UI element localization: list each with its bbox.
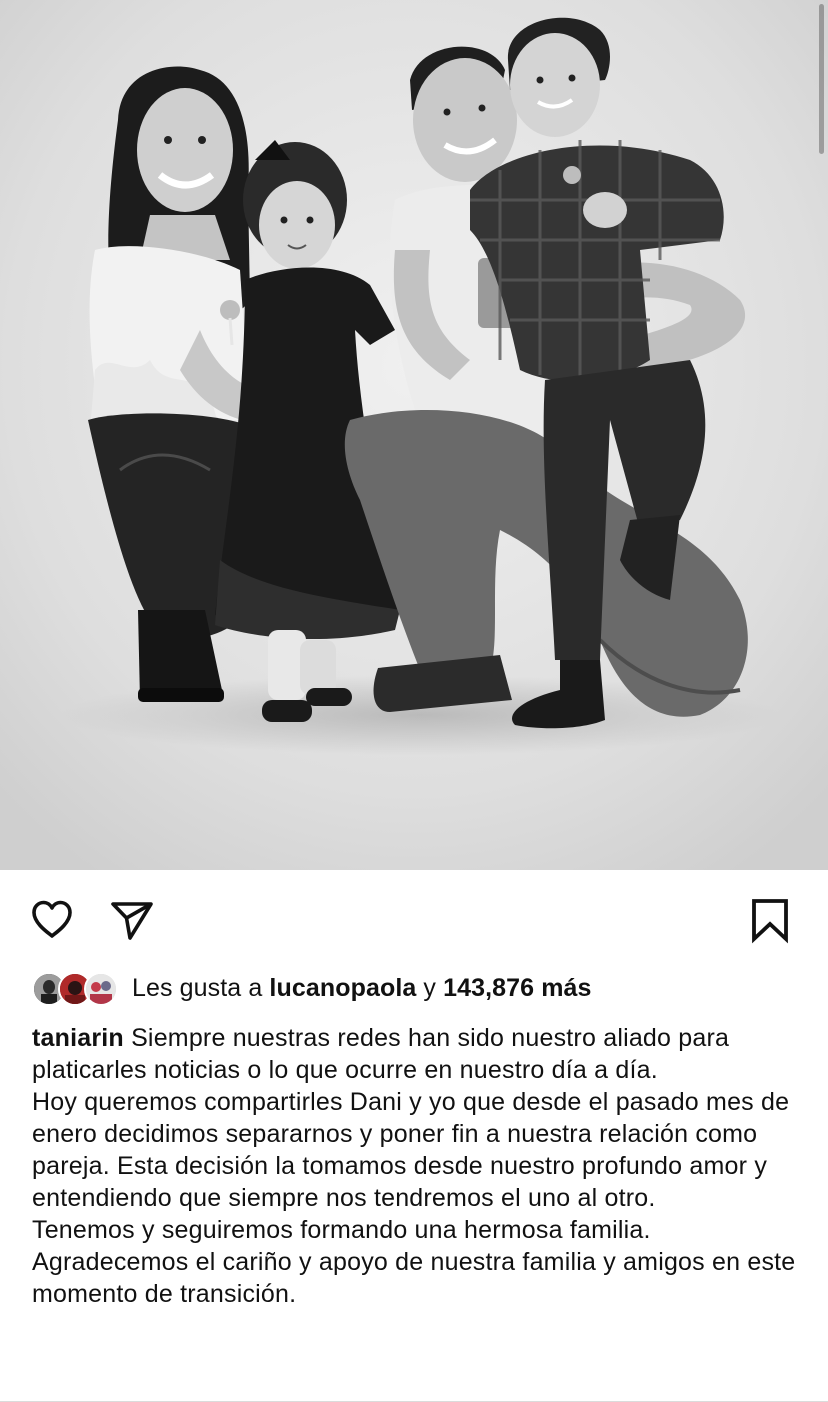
scrollbar[interactable] [819, 4, 824, 154]
paper-plane-icon[interactable] [108, 896, 156, 944]
liker-username[interactable]: lucanopaola [269, 974, 416, 1002]
caption-paragraph: Hoy queremos compartirles Dani y yo que … [32, 1088, 790, 1212]
likes-summary: Les gusta a lucanopaola y 143,876 más [132, 974, 592, 1003]
caption-paragraph: taniarin Siempre nuestras redes han sido… [32, 1022, 802, 1086]
post-photo[interactable] [0, 0, 828, 870]
likes-count[interactable]: 143,876 más [443, 974, 591, 1002]
avatar [84, 972, 118, 1006]
instagram-post: Les gusta a lucanopaola y 143,876 más ta… [0, 0, 828, 1402]
caption-username[interactable]: taniarin [32, 1024, 124, 1052]
caption-text: Siempre nuestras redes han sido nuestro … [32, 1024, 730, 1084]
family-portrait-image [0, 0, 828, 870]
liker-avatars[interactable] [32, 970, 122, 1006]
bookmark-outline-icon[interactable] [746, 896, 794, 944]
action-bar [0, 870, 828, 970]
likes-connector: y [416, 973, 444, 1002]
likes-row[interactable]: Les gusta a lucanopaola y 143,876 más [32, 966, 592, 1010]
caption-paragraph: Agradecemos el cariño y apoyo de nuestra… [32, 1248, 796, 1308]
caption-paragraph: Tenemos y seguiremos formando una hermos… [32, 1216, 651, 1244]
likes-prefix: Les gusta a [132, 973, 270, 1002]
heart-outline-icon[interactable] [28, 896, 76, 944]
post-caption: taniarin Siempre nuestras redes han sido… [32, 1022, 802, 1310]
